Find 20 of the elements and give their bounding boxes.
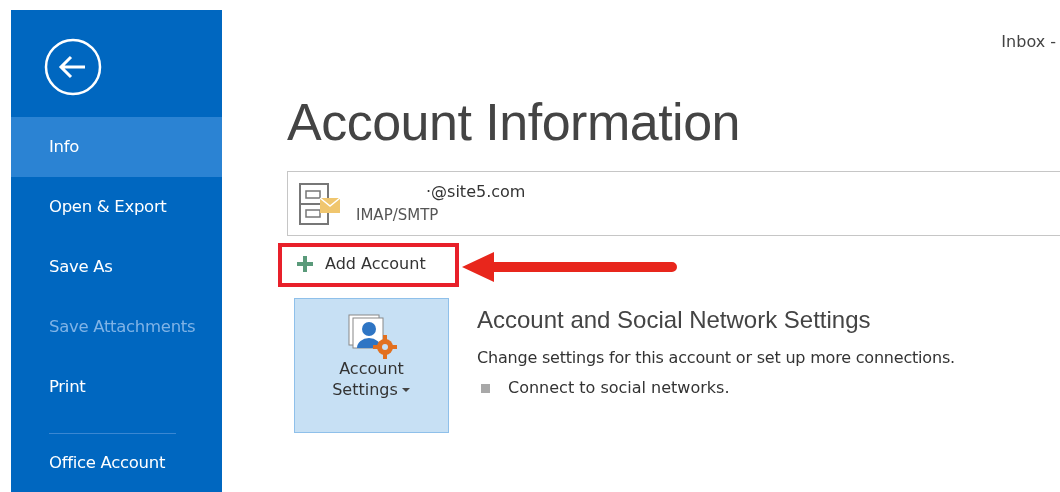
section-heading: Account and Social Network Settings <box>477 305 872 335</box>
bullet-icon <box>481 383 490 393</box>
account-type: IMAP/SMTP <box>356 205 440 227</box>
account-email: ·@site5.com <box>425 181 526 204</box>
account-settings-button[interactable]: Account Settings <box>294 298 449 433</box>
window-title: Inbox - <box>1001 31 1056 53</box>
account-selector[interactable]: ·@site5.com IMAP/SMTP <box>287 171 1060 236</box>
sidebar-item[interactable]: Office Account <box>11 450 222 490</box>
mailbox-icon <box>298 181 342 226</box>
page-title: Account Information <box>287 96 741 148</box>
sidebar-item[interactable]: Save As <box>11 237 222 297</box>
back-icon[interactable] <box>44 38 102 96</box>
sidebar-item[interactable]: Info <box>11 117 222 177</box>
caret-icon <box>400 387 411 394</box>
account-settings-icon <box>346 313 397 359</box>
section-description: Change settings for this account or set up more connections. <box>477 347 955 369</box>
bullet-text: Connect to social networks. <box>508 377 730 399</box>
plus-icon <box>297 256 313 272</box>
sidebar-item[interactable]: Print <box>11 357 222 417</box>
sidebar-item[interactable]: Open & Export <box>11 177 222 237</box>
